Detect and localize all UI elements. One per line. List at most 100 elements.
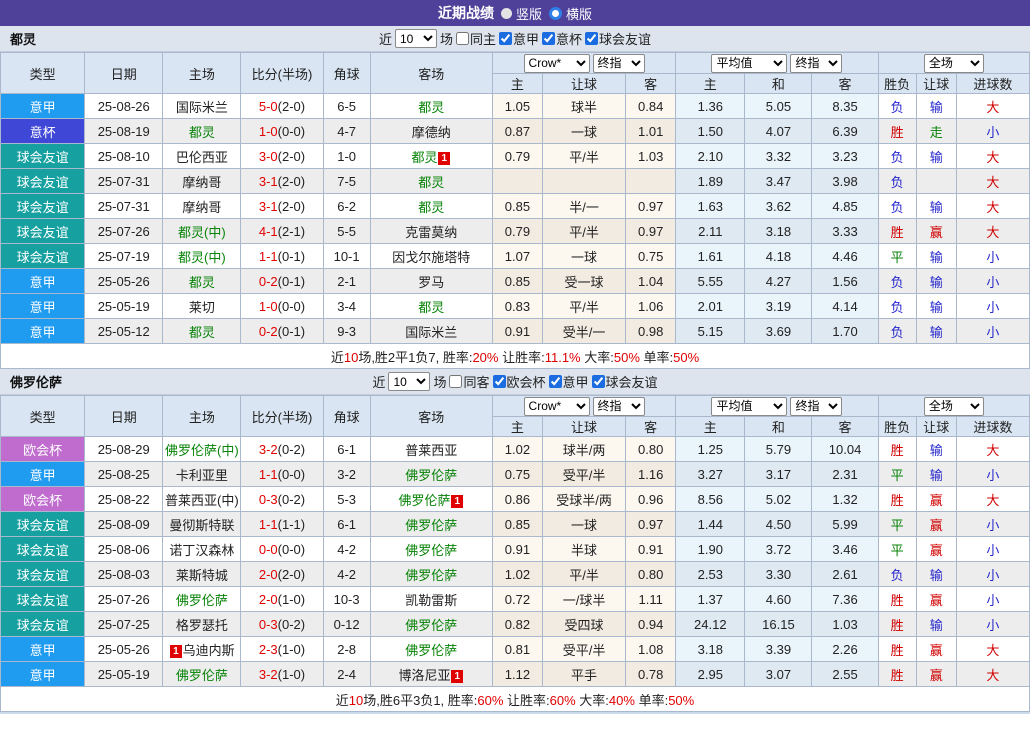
date-cell: 25-08-22 <box>85 487 163 512</box>
halftime-score: (2-0) <box>278 99 305 114</box>
match-row: 意甲25-08-25卡利亚里1-1(0-0)3-2佛罗伦萨0.75受平/半1.1… <box>1 462 1030 487</box>
team-link[interactable]: 都灵 <box>418 200 444 215</box>
same-venue-filter[interactable]: 同客 <box>449 372 489 391</box>
team-link[interactable]: 都灵 <box>418 100 444 115</box>
league-checkbox[interactable] <box>592 375 605 388</box>
col-type: 类型 <box>1 396 85 437</box>
score-cell: 2-3(1-0) <box>241 637 323 662</box>
team-link: 乌迪内斯 <box>183 643 235 658</box>
league-checkbox[interactable] <box>493 375 506 388</box>
team-link[interactable]: 佛罗伦萨 <box>405 518 457 533</box>
yellow-card-badge: 1 <box>438 152 450 165</box>
avg-draw-cell: 5.79 <box>745 437 812 462</box>
average-select[interactable]: 平均值 <box>711 54 787 73</box>
col-corner: 角球 <box>323 396 370 437</box>
radio-vertical-label[interactable]: 竖版 <box>516 4 542 23</box>
league-filter[interactable]: 意甲 <box>499 29 539 48</box>
league-filter[interactable]: 球会友谊 <box>592 372 658 391</box>
team-link[interactable]: 佛罗伦萨 <box>405 468 457 483</box>
radio-horizontal-label[interactable]: 横版 <box>566 4 592 23</box>
full-match-select[interactable]: 全场 <box>924 54 984 73</box>
result-goals-cell: 大 <box>956 662 1029 687</box>
same-venue-filter[interactable]: 同主 <box>456 29 496 48</box>
avg-home-cell: 2.10 <box>676 144 745 169</box>
col-date: 日期 <box>85 53 163 94</box>
league-checkbox[interactable] <box>499 32 512 45</box>
league-cell: 球会友谊 <box>1 244 85 269</box>
halftime-score: (0-0) <box>278 467 305 482</box>
same-venue-checkbox[interactable] <box>449 375 462 388</box>
odds-away-cell <box>626 169 676 194</box>
team-link[interactable]: 都灵 <box>418 175 444 190</box>
result-wdl-cell: 胜 <box>878 587 916 612</box>
result-wdl-cell: 负 <box>878 144 916 169</box>
recent-count-select[interactable]: 10 <box>388 372 430 391</box>
odds-home-cell: 0.91 <box>492 537 542 562</box>
bookmaker-select[interactable]: Crow* <box>524 397 590 416</box>
odds-away-cell: 1.16 <box>626 462 676 487</box>
odds-away-cell: 0.98 <box>626 319 676 344</box>
odds-handicap-cell: 受半/一 <box>542 319 625 344</box>
avg-home-cell: 1.63 <box>676 194 745 219</box>
league-filter-label: 意甲 <box>513 29 539 48</box>
league-filter[interactable]: 欧会杯 <box>493 372 546 391</box>
team-link[interactable]: 佛罗伦萨 <box>405 618 457 633</box>
team-link[interactable]: 都灵 <box>189 325 215 340</box>
team-link[interactable]: 佛罗伦萨(中) <box>165 443 239 458</box>
odds-home-cell: 0.86 <box>492 487 542 512</box>
same-venue-checkbox[interactable] <box>456 32 469 45</box>
league-filter[interactable]: 意甲 <box>549 372 589 391</box>
odds-handicap-cell: 半球 <box>542 537 625 562</box>
yellow-card-badge: 1 <box>170 645 182 658</box>
odds-home-cell: 1.02 <box>492 437 542 462</box>
final-index-select-2[interactable]: 终指 <box>790 54 842 73</box>
team-link[interactable]: 都灵(中) <box>178 225 226 240</box>
avg-away-cell: 3.98 <box>812 169 878 194</box>
team-link[interactable]: 都灵 <box>418 300 444 315</box>
team-link[interactable]: 都灵 <box>189 125 215 140</box>
result-goals-cell: 小 <box>956 537 1029 562</box>
team-link[interactable]: 佛罗伦萨 <box>405 543 457 558</box>
recent-count-select[interactable]: 10 <box>395 29 437 48</box>
final-index-select-2[interactable]: 终指 <box>790 397 842 416</box>
fulltime-score: 3-0 <box>259 149 278 164</box>
fulltime-score: 0-0 <box>259 542 278 557</box>
corner-cell: 3-4 <box>323 294 370 319</box>
radio-selected-icon[interactable] <box>549 7 562 20</box>
result-handicap-cell: 输 <box>916 562 956 587</box>
league-filter[interactable]: 球会友谊 <box>585 29 651 48</box>
team-link: 普莱西亚(中) <box>165 493 239 508</box>
average-select[interactable]: 平均值 <box>711 397 787 416</box>
sub-home: 主 <box>492 74 542 94</box>
team-link[interactable]: 佛罗伦萨 <box>398 493 450 508</box>
halftime-score: (0-1) <box>278 274 305 289</box>
bookmaker-select[interactable]: Crow* <box>524 54 590 73</box>
full-match-select[interactable]: 全场 <box>924 397 984 416</box>
league-filter[interactable]: 意杯 <box>542 29 582 48</box>
team-link[interactable]: 佛罗伦萨 <box>176 593 228 608</box>
team-link[interactable]: 都灵(中) <box>178 250 226 265</box>
score-cell: 4-1(2-1) <box>241 219 323 244</box>
final-index-select[interactable]: 终指 <box>593 397 645 416</box>
team-link[interactable]: 都灵 <box>411 150 437 165</box>
version-radio-horizontal[interactable]: 横版 <box>549 4 592 23</box>
radio-unselected-icon[interactable] <box>501 8 512 19</box>
team-link[interactable]: 佛罗伦萨 <box>405 643 457 658</box>
team-link[interactable]: 佛罗伦萨 <box>176 668 228 683</box>
results-table-fiorentina: 类型 日期 主场 比分(半场) 角球 客场 Crow* 终指 平均值 终指 全场… <box>0 395 1030 712</box>
league-checkbox[interactable] <box>542 32 555 45</box>
league-checkbox[interactable] <box>585 32 598 45</box>
odds-handicap-cell: 平/半 <box>542 562 625 587</box>
team-link[interactable]: 佛罗伦萨 <box>405 568 457 583</box>
halftime-score: (2-0) <box>278 199 305 214</box>
sub-goals: 进球数 <box>956 417 1029 437</box>
halftime-score: (0-0) <box>278 124 305 139</box>
away-team-cell: 博洛尼亚1 <box>370 662 492 687</box>
match-row: 意甲25-05-26都灵0-2(0-1)2-1罗马0.85受一球1.045.55… <box>1 269 1030 294</box>
version-radio-vertical[interactable]: 竖版 <box>501 4 542 23</box>
league-cell: 意甲 <box>1 319 85 344</box>
team-link: 国际米兰 <box>176 100 228 115</box>
team-link[interactable]: 都灵 <box>189 275 215 290</box>
final-index-select[interactable]: 终指 <box>593 54 645 73</box>
league-checkbox[interactable] <box>549 375 562 388</box>
